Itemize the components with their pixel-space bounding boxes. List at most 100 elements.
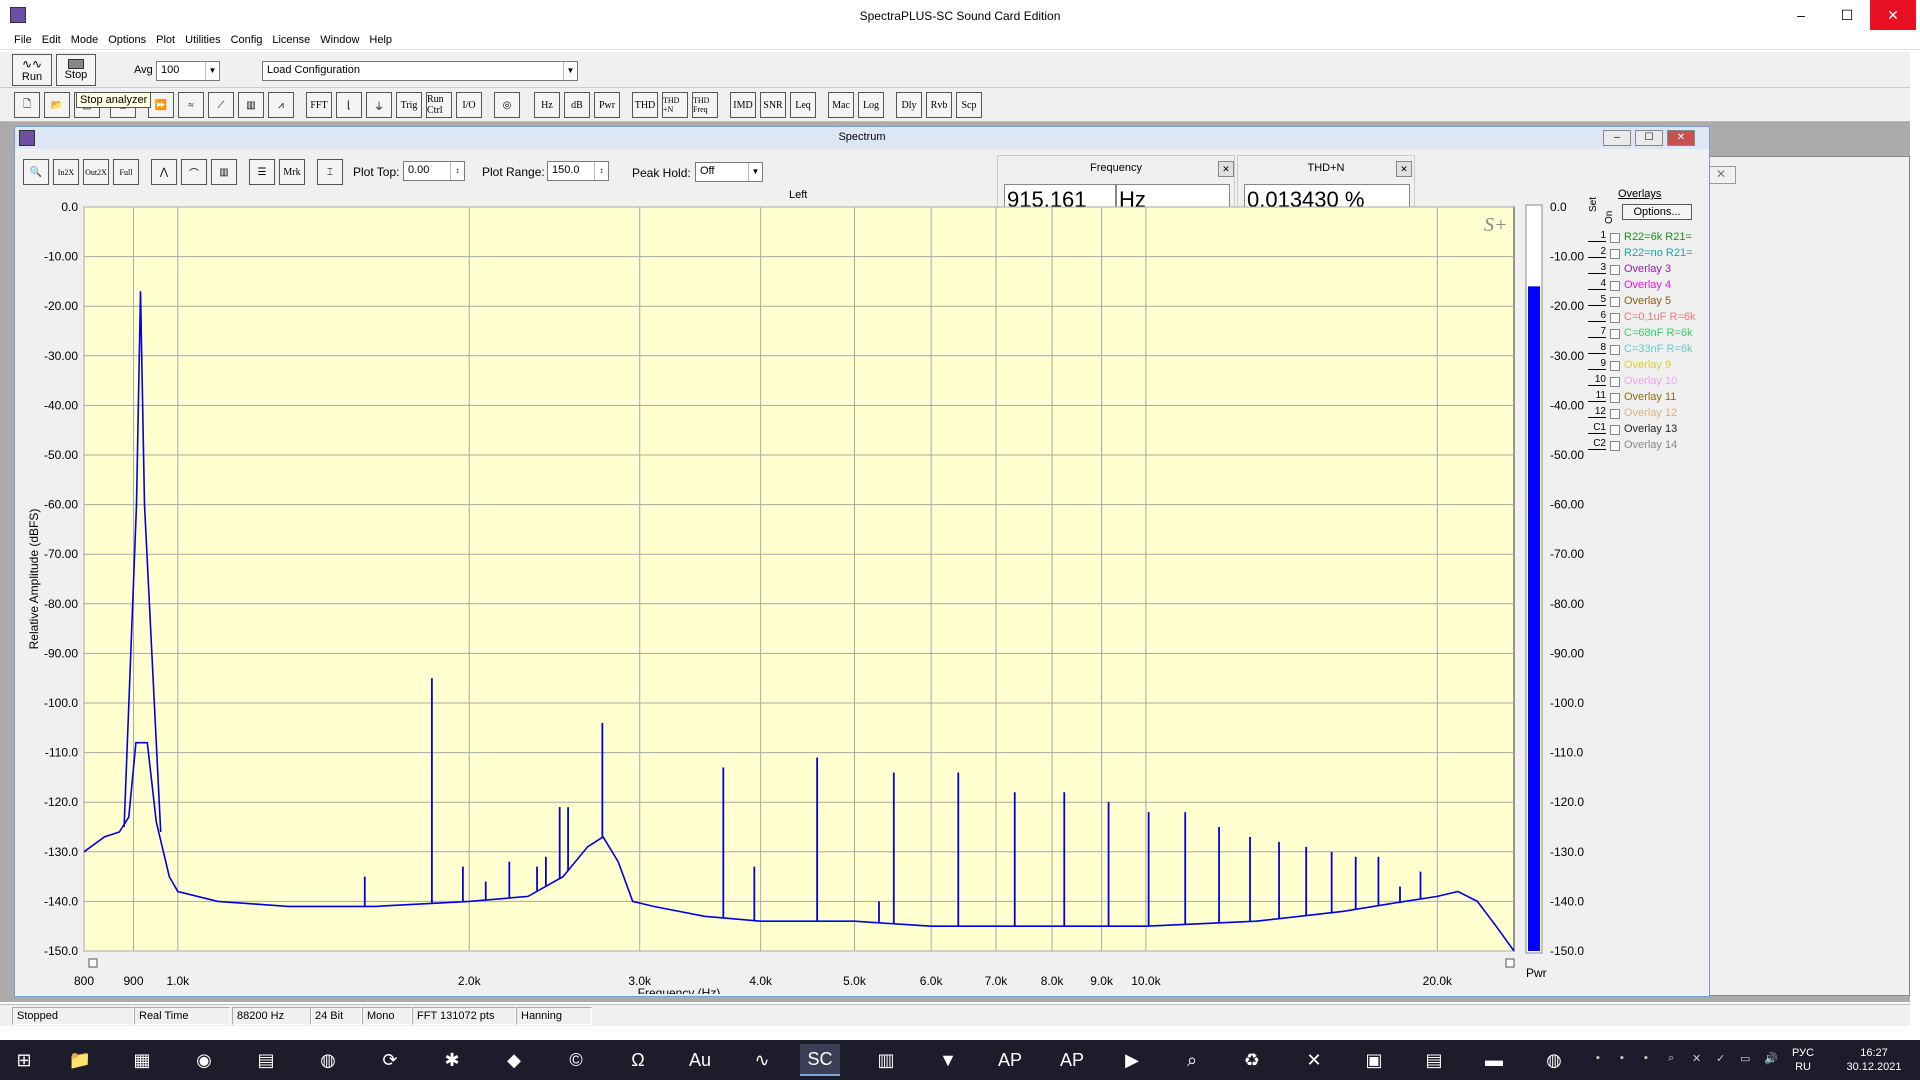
tray-bluetooth-icon[interactable]: ✕ xyxy=(1692,1052,1706,1066)
sync-icon[interactable]: ⟳ xyxy=(370,1044,410,1076)
scope-icon[interactable]: ≈ xyxy=(178,92,204,118)
overlay-checkbox[interactable] xyxy=(1610,249,1620,259)
overlay-row[interactable]: 5 Overlay 5 xyxy=(1588,294,1706,310)
run-ctrl-button[interactable]: Run Ctrl xyxy=(426,92,452,118)
overlay-checkbox[interactable] xyxy=(1610,281,1620,291)
app-circle-icon[interactable]: ◉ xyxy=(184,1044,224,1076)
overlay-checkbox[interactable] xyxy=(1610,297,1620,307)
overlay-set-number[interactable]: 9 xyxy=(1588,358,1606,370)
overlay-row[interactable]: 10 Overlay 10 xyxy=(1588,374,1706,390)
overlay-set-number[interactable]: 11 xyxy=(1588,390,1606,402)
overlay-checkbox[interactable] xyxy=(1610,233,1620,243)
overlay-set-number[interactable]: C1 xyxy=(1588,422,1606,434)
overlay-set-number[interactable]: 8 xyxy=(1588,342,1606,354)
tray-shield-icon[interactable]: ✓ xyxy=(1716,1052,1730,1066)
plot-top-input[interactable]: 0.00 ↕ xyxy=(403,161,465,181)
fox-icon[interactable]: ▼ xyxy=(928,1044,968,1076)
overlay-checkbox[interactable] xyxy=(1610,409,1620,419)
snr-button[interactable]: SNR xyxy=(760,92,786,118)
close-button[interactable]: ✕ xyxy=(1870,0,1916,30)
hz-button[interactable]: Hz xyxy=(534,92,560,118)
menu-file[interactable]: File xyxy=(14,32,40,49)
overlay-row[interactable]: 1 R22=6k R21= xyxy=(1588,230,1706,246)
clock[interactable]: 16:27 30.12.2021 xyxy=(1836,1046,1912,1074)
mrk-button[interactable]: Mrk xyxy=(279,159,305,185)
open-file-icon[interactable]: 📂 xyxy=(44,92,70,118)
scp-button[interactable]: Scp xyxy=(956,92,982,118)
menu-mode[interactable]: Mode xyxy=(71,32,107,49)
overlay-row[interactable]: 11 Overlay 11 xyxy=(1588,390,1706,406)
tray-app-icon[interactable]: ▪ xyxy=(1596,1052,1610,1066)
menu-window[interactable]: Window xyxy=(320,32,367,49)
plot-range-input[interactable]: 150.0 ↕ xyxy=(547,161,609,181)
octave-bars-icon[interactable]: ▥ xyxy=(211,159,237,185)
ccleaner-icon[interactable]: © xyxy=(556,1044,596,1076)
overlay-checkbox[interactable] xyxy=(1610,329,1620,339)
curve-icon[interactable]: ⌒ xyxy=(181,159,207,185)
overlay-checkbox[interactable] xyxy=(1610,377,1620,387)
menu-help[interactable]: Help xyxy=(369,32,400,49)
language-indicator[interactable]: РУС RU xyxy=(1792,1046,1814,1074)
overlay-row[interactable]: 9 Overlay 9 xyxy=(1588,358,1706,374)
ramp-icon[interactable]: ⟋ xyxy=(208,92,234,118)
overlay-row[interactable]: 3 Overlay 3 xyxy=(1588,262,1706,278)
overlay-row[interactable]: 2 R22=no R21= xyxy=(1588,246,1706,262)
zoom-icon[interactable]: 🔍 xyxy=(23,159,49,185)
file-explorer-icon[interactable]: 📁 xyxy=(60,1044,100,1076)
overlay-row[interactable]: 12 Overlay 12 xyxy=(1588,406,1706,422)
db-button[interactable]: dB xyxy=(564,92,590,118)
menu-config[interactable]: Config xyxy=(231,32,271,49)
ap2-icon[interactable]: AP xyxy=(990,1044,1030,1076)
pdf-icon[interactable]: ▤ xyxy=(1414,1044,1454,1076)
tray-network-icon[interactable]: ▪ xyxy=(1644,1052,1658,1066)
overlay-row[interactable]: 6 C=0,1uF R=6k xyxy=(1588,310,1706,326)
close-icon[interactable]: ✕ xyxy=(1218,161,1234,177)
menu-license[interactable]: License xyxy=(272,32,318,49)
overlay-checkbox[interactable] xyxy=(1610,361,1620,371)
ap2-second-icon[interactable]: AP xyxy=(1052,1044,1092,1076)
avg-select[interactable]: 100 ▼ xyxy=(156,61,220,81)
overlay-set-number[interactable]: 1 xyxy=(1588,230,1606,242)
spectraplus-icon[interactable]: SC xyxy=(800,1044,840,1076)
tray-display-icon[interactable]: ▭ xyxy=(1740,1052,1754,1066)
menu-utilities[interactable]: Utilities xyxy=(185,32,228,49)
overlay-set-number[interactable]: 6 xyxy=(1588,310,1606,322)
menu-options[interactable]: Options xyxy=(108,32,154,49)
mixer-icon[interactable]: ▥ xyxy=(866,1044,906,1076)
generator-icon[interactable]: ◎ xyxy=(494,92,520,118)
overlay-checkbox[interactable] xyxy=(1610,313,1620,323)
mac-button[interactable]: Mac xyxy=(828,92,854,118)
menu-plot[interactable]: Plot xyxy=(156,32,183,49)
overlay-row[interactable]: 7 C=68nF R=6k xyxy=(1588,326,1706,342)
thd-freq-button[interactable]: THD Freq xyxy=(692,92,718,118)
imd-button[interactable]: IMD xyxy=(730,92,756,118)
overlay-row[interactable]: 8 C=33nF R=6k xyxy=(1588,342,1706,358)
config-select[interactable]: Load Configuration ▼ xyxy=(262,61,578,81)
bars-icon[interactable]: ▥ xyxy=(238,92,264,118)
peak-hold-select[interactable]: Off ▼ xyxy=(695,162,763,182)
thd-button[interactable]: THD xyxy=(632,92,658,118)
probe-icon[interactable]: ⏚ xyxy=(366,92,392,118)
waveform-icon[interactable]: ∿ xyxy=(742,1044,782,1076)
pwr-button[interactable]: Pwr xyxy=(594,92,620,118)
thdn-button[interactable]: THD +N xyxy=(662,92,688,118)
terminal-icon[interactable]: ▬ xyxy=(1474,1044,1514,1076)
overlay-set-number[interactable]: 2 xyxy=(1588,246,1606,258)
cursor-icon[interactable]: ⌶ xyxy=(317,159,343,185)
close-icon[interactable]: ✕ xyxy=(1667,130,1695,146)
fast-forward-icon[interactable]: ⏩ xyxy=(148,92,174,118)
zoom-full-icon[interactable]: Full xyxy=(113,159,139,185)
minimize-icon[interactable]: – xyxy=(1603,130,1631,146)
overlay-checkbox[interactable] xyxy=(1610,441,1620,451)
spectrum-chart[interactable]: 800 900 1.0k 2.0k 3.0k 4.0k 5.0k 6.0k 7.0k 8.0k 9.… xyxy=(20,186,1590,994)
speaker-icon[interactable]: 🔊 xyxy=(1764,1052,1778,1066)
stop-button[interactable]: Stop xyxy=(56,54,96,86)
audition-icon[interactable]: Au xyxy=(680,1044,720,1076)
overlay-set-number[interactable]: 7 xyxy=(1588,326,1606,338)
overlay-checkbox[interactable] xyxy=(1610,265,1620,275)
overlay-row[interactable]: 4 Overlay 4 xyxy=(1588,278,1706,294)
zoom-out-2x-icon[interactable]: Out2X xyxy=(83,159,109,185)
bug-icon[interactable]: ✱ xyxy=(432,1044,472,1076)
trig-button[interactable]: Trig xyxy=(396,92,422,118)
dly-button[interactable]: Dly xyxy=(896,92,922,118)
